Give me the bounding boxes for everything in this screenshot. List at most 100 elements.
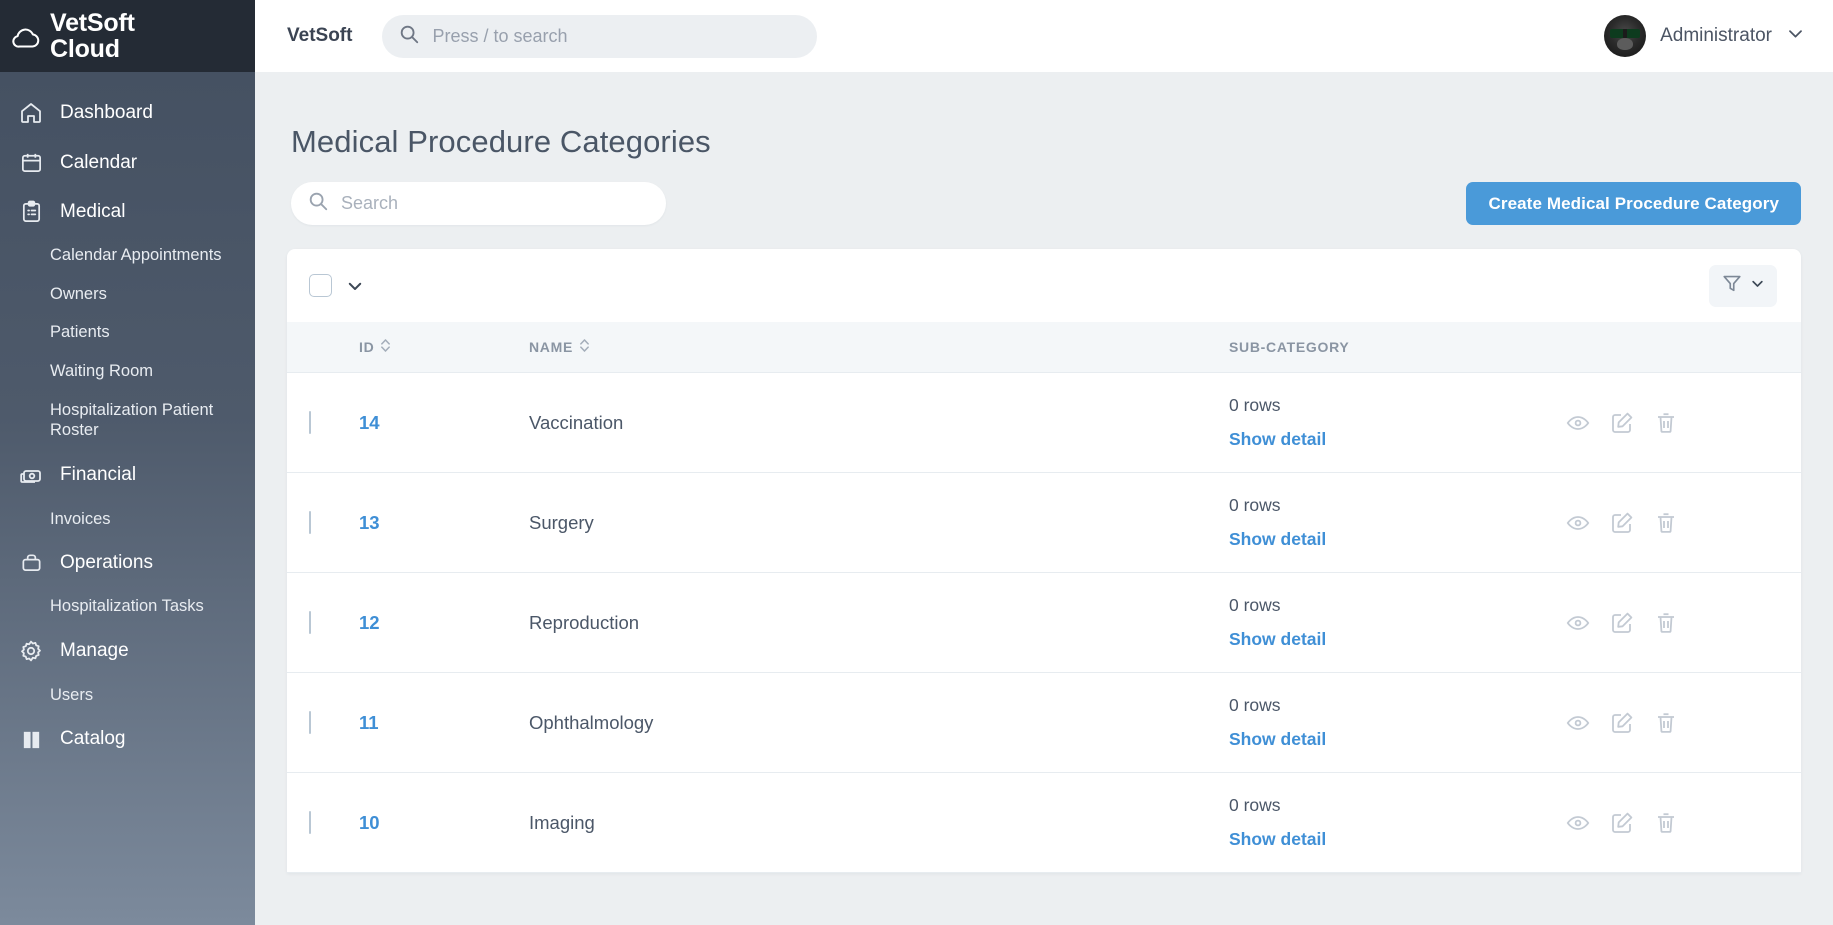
table-toolbar [287,249,1801,322]
page-toolbar: Search Create Medical Procedure Category [287,182,1801,225]
delete-trash-icon[interactable] [1654,611,1678,635]
row-checkbox-cell [287,472,359,573]
sort-icon[interactable] [579,337,590,357]
sidebar-item-operations[interactable]: Operations [0,538,255,587]
sidebar-item-catalog[interactable]: Catalog [0,715,255,764]
row-actions [1566,811,1801,835]
sidebar-item-dashboard[interactable]: Dashboard [0,88,255,138]
sidebar-item-waiting-room[interactable]: Waiting Room [0,352,255,391]
search-placeholder: Search [341,193,399,213]
delete-trash-icon[interactable] [1654,711,1678,735]
view-eye-icon[interactable] [1566,411,1590,435]
sidebar-item-label: Waiting Room [50,361,154,380]
bulk-actions-chevron-down-icon[interactable] [346,277,364,295]
cell-actions [1566,572,1801,673]
sidebar-item-label: Medical [60,200,126,222]
show-detail-link[interactable]: Show detail [1229,629,1326,650]
medical-procedure-categories-table: ID NAME SUB-CATEGORY 14 Vaccination 0 ro… [287,322,1801,873]
select-all-checkbox[interactable] [309,274,332,297]
sidebar-item-label: Calendar [60,151,138,173]
row-id-link[interactable]: 13 [359,512,380,533]
view-eye-icon[interactable] [1566,611,1590,635]
top-brand: VetSoft [287,25,353,46]
user-menu[interactable]: Administrator [1604,15,1805,57]
edit-pencil-icon[interactable] [1610,511,1634,535]
cell-id: 12 [359,572,529,673]
sidebar-item-label: Hospitalization Patient Roster [50,400,214,440]
sidebar-item-calendar[interactable]: Calendar [0,138,255,187]
show-detail-link[interactable]: Show detail [1229,429,1326,450]
sidebar-item-manage[interactable]: Manage [0,626,255,676]
row-id-link[interactable]: 11 [359,712,379,733]
sort-icon[interactable] [380,337,391,357]
table-row: 13 Surgery 0 rows Show detail [287,472,1801,573]
sidebar-item-calendar-appointments[interactable]: Calendar Appointments [0,236,255,275]
content-area: Medical Procedure Categories Search Crea… [255,72,1833,925]
search-input[interactable]: Search [291,182,666,225]
filter-funnel-icon [1721,272,1743,299]
row-id-link[interactable]: 12 [359,612,380,633]
view-eye-icon[interactable] [1566,711,1590,735]
top-bar: VetSoft Press / to search Administrator [255,0,1833,72]
sidebar-item-label: Operations [60,551,153,573]
header-actions-col [1566,322,1801,373]
sidebar-item-owners[interactable]: Owners [0,275,255,314]
row-id-link[interactable]: 14 [359,412,380,433]
chevron-down-icon[interactable] [1786,24,1805,48]
cell-name: Reproduction [529,572,1229,673]
row-id-link[interactable]: 10 [359,812,380,833]
header-id[interactable]: ID [359,322,529,373]
cell-sub-category: 0 rows Show detail [1229,372,1566,473]
row-checkbox-cell [287,772,359,873]
delete-trash-icon[interactable] [1654,411,1678,435]
create-medical-procedure-category-button[interactable]: Create Medical Procedure Category [1466,182,1801,225]
row-checkbox[interactable] [309,510,311,534]
edit-pencil-icon[interactable] [1610,711,1634,735]
row-checkbox[interactable] [309,810,311,834]
row-checkbox[interactable] [309,710,311,734]
row-actions [1566,711,1801,735]
chevron-down-icon [1750,276,1765,296]
cell-name: Surgery [529,472,1229,573]
home-icon [18,101,44,125]
sidebar-item-financial[interactable]: Financial [0,450,255,500]
sidebar-item-users[interactable]: Users [0,676,255,715]
table-row: 12 Reproduction 0 rows Show detail [287,572,1801,673]
view-eye-icon[interactable] [1566,811,1590,835]
sidebar-item-hospitalization-tasks[interactable]: Hospitalization Tasks [0,587,255,626]
cell-actions [1566,772,1801,873]
cell-actions [1566,372,1801,473]
cell-sub-category: 0 rows Show detail [1229,572,1566,673]
cell-sub-category: 0 rows Show detail [1229,672,1566,773]
sidebar-item-label: Invoices [50,509,111,528]
sidebar-item-label: Calendar Appointments [50,246,222,264]
avatar [1604,15,1647,57]
sidebar-item-invoices[interactable]: Invoices [0,500,255,539]
global-search-placeholder: Press / to search [432,25,568,46]
sub-category-count: 0 rows [1229,795,1281,815]
filter-button[interactable] [1709,264,1777,307]
sidebar-item-medical[interactable]: Medical [0,187,255,236]
logo-line-1: VetSoft [50,8,135,37]
logo-line-2: Cloud [50,35,120,63]
sidebar-item-patients[interactable]: Patients [0,313,255,352]
sidebar-item-label: Financial [60,463,137,485]
header-name[interactable]: NAME [529,322,1229,373]
row-checkbox[interactable] [309,610,311,634]
view-eye-icon[interactable] [1566,511,1590,535]
show-detail-link[interactable]: Show detail [1229,729,1326,750]
app-logo[interactable]: VetSoft Cloud [0,0,255,72]
row-checkbox-cell [287,572,359,673]
edit-pencil-icon[interactable] [1610,411,1634,435]
money-icon [18,463,44,487]
show-detail-link[interactable]: Show detail [1229,829,1326,850]
edit-pencil-icon[interactable] [1610,611,1634,635]
global-search-input[interactable]: Press / to search [382,14,818,58]
delete-trash-icon[interactable] [1654,811,1678,835]
header-id-label: ID [359,339,375,355]
sidebar-item-hospitalization-patient-roster[interactable]: Hospitalization Patient Roster [0,391,255,450]
show-detail-link[interactable]: Show detail [1229,529,1326,550]
edit-pencil-icon[interactable] [1610,811,1634,835]
row-checkbox[interactable] [309,410,311,434]
delete-trash-icon[interactable] [1654,511,1678,535]
